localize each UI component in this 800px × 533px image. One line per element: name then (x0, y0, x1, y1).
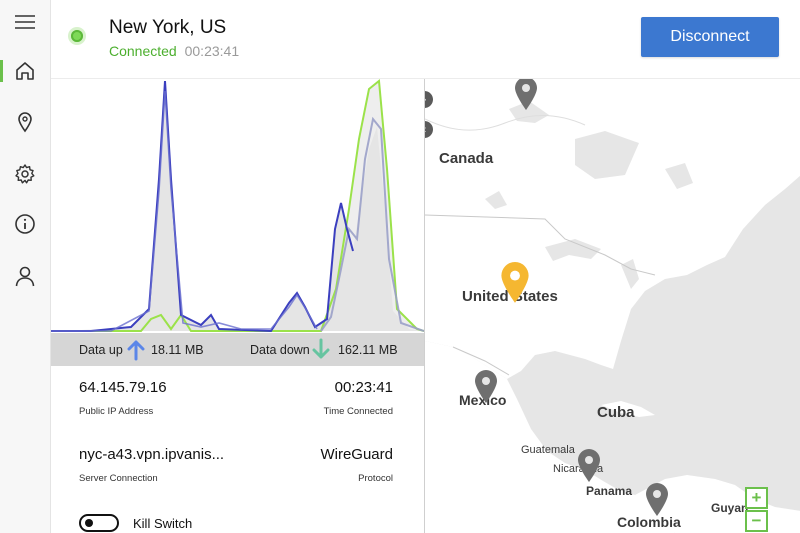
info-icon (15, 214, 35, 234)
map-label-cuba: Cuba (597, 404, 635, 421)
server-pin-panama[interactable] (577, 449, 601, 483)
connection-status-text: Connected (109, 43, 177, 59)
gear-icon (15, 164, 35, 184)
toggle-knob (85, 519, 93, 527)
map-land (425, 79, 800, 533)
map-label-canada: Canada (439, 150, 494, 167)
zoom-in-button[interactable]: + (745, 487, 768, 509)
chevron-left-icon: ‹ (425, 124, 426, 136)
server-pin-canada[interactable] (514, 79, 538, 111)
upload-arrow-icon (127, 340, 145, 361)
ip-address-value: 64.145.79.16 (79, 379, 167, 396)
kill-switch-toggle[interactable] (79, 514, 119, 532)
traffic-graph (51, 79, 425, 333)
sidebar-item-info[interactable] (0, 202, 50, 246)
user-icon (15, 266, 35, 287)
server-pin-mexico[interactable] (474, 370, 498, 404)
data-usage-bar: Data up 18.11 MB Data down 162.11 MB (51, 333, 424, 366)
sidebar-item-home[interactable] (0, 49, 50, 93)
server-map[interactable]: › ‹ Canada United States Mexico Cuba Gua… (424, 79, 800, 533)
upload-line (51, 80, 354, 333)
upload-line-2 (51, 90, 318, 332)
ip-address-label: Public IP Address (79, 406, 154, 417)
sidebar-item-settings[interactable] (0, 152, 50, 196)
protocol-value: WireGuard (320, 446, 393, 463)
traffic-graph-svg (51, 79, 425, 333)
server-connection-label: Server Connection (79, 473, 158, 484)
download-arrow-icon (312, 338, 330, 359)
location-pin-icon (18, 112, 32, 133)
map-label-panama: Panama (586, 484, 633, 498)
data-down-value: 162.11 MB (338, 343, 398, 357)
sidebar-item-locations[interactable] (0, 100, 50, 144)
map-label-guyana: Guyan (711, 501, 749, 515)
chevron-right-icon: › (425, 94, 426, 106)
sidebar-item-account[interactable] (0, 254, 50, 298)
header: New York, US Connected 00:23:41 Disconne… (51, 0, 800, 79)
time-connected-value: 00:23:41 (334, 379, 393, 396)
menu-button[interactable] (0, 0, 50, 44)
disconnect-button[interactable]: Disconnect (641, 17, 779, 57)
data-up-value: 18.11 MB (151, 343, 204, 357)
zoom-out-button[interactable]: − (745, 510, 768, 532)
sidebar (0, 0, 51, 533)
time-connected-label: Time Connected (323, 406, 393, 417)
location-title: New York, US (109, 17, 227, 38)
map-label-guatemala: Guatemala (521, 444, 575, 456)
connection-timer: 00:23:41 (184, 43, 240, 59)
home-icon (16, 62, 34, 80)
kill-switch-label: Kill Switch (133, 516, 193, 531)
data-up-label: Data up (79, 343, 123, 357)
data-down-label: Data down (250, 343, 310, 357)
hamburger-menu-icon (15, 15, 35, 29)
protocol-label: Protocol (358, 473, 393, 484)
server-connection-value: nyc-a43.vpn.ipvanis... (79, 446, 225, 463)
connection-status-dot (71, 30, 83, 42)
connection-status: Connected 00:23:41 (109, 43, 239, 59)
server-pin-new-york-active[interactable] (500, 262, 530, 304)
server-pin-colombia[interactable] (645, 483, 669, 517)
